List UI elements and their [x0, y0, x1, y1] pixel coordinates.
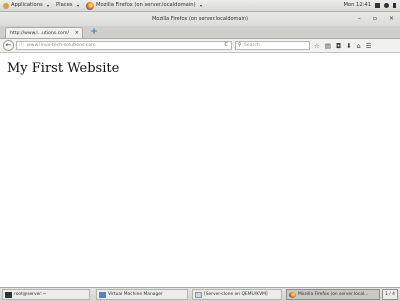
search-icon: ⚲ [238, 42, 242, 48]
tab-close-button[interactable]: × [75, 28, 79, 39]
downloads-icon[interactable]: ⬇ [346, 42, 351, 50]
volume-icon[interactable] [384, 3, 389, 8]
pocket-icon[interactable]: ◘ [336, 42, 341, 50]
url-text: www.linux-tech-solutions.com [27, 43, 96, 48]
taskbar-item-label: Mozilla Firefox (on server.local... [298, 292, 369, 297]
tab-label: http://www.l...utions.com/ [10, 31, 69, 36]
applications-menu[interactable]: Applications [3, 0, 49, 11]
taskbar-item-label: [Server-clone on QEMU/KVM] [204, 292, 268, 297]
taskbar-item-vm-window[interactable]: [Server-clone on QEMU/KVM] [192, 289, 282, 300]
reload-button[interactable]: C [225, 42, 229, 49]
tab-current[interactable]: http://www.l...utions.com/ × [5, 27, 83, 38]
places-menu-label: Places [56, 2, 73, 8]
url-bar[interactable]: ⓘ www.linux-tech-solutions.com C [16, 41, 232, 50]
vm-window-icon [195, 291, 202, 298]
taskbar-item-firefox[interactable]: Mozilla Firefox (on server.local... [286, 289, 380, 300]
clock[interactable]: Mon 12:41 [343, 0, 371, 11]
bookmark-star-icon[interactable]: ☆ [314, 42, 320, 50]
minimize-button[interactable]: – [358, 12, 361, 26]
menu-icon[interactable]: ☰ [366, 42, 372, 50]
reading-list-icon[interactable]: ▤ [325, 42, 331, 50]
virt-manager-icon [99, 291, 106, 298]
chevron-down-icon [46, 4, 49, 7]
maximize-button[interactable]: ▫ [373, 12, 377, 26]
workspace-switcher[interactable]: 1 / 4 [382, 289, 398, 300]
window-title-bar[interactable]: Mozilla Firefox (on server.localdomain) … [0, 12, 400, 26]
taskbar-item-label: root@server:~ [14, 292, 47, 297]
terminal-icon [5, 291, 12, 298]
places-menu[interactable]: Places [56, 0, 79, 11]
network-icon[interactable] [375, 3, 380, 8]
gnome-top-bar: Applications Places Mozilla Firefox (on … [0, 0, 400, 12]
search-bar[interactable]: ⚲ Search [235, 41, 310, 50]
home-icon[interactable]: ⌂ [357, 42, 361, 50]
taskbar-item-virt-manager[interactable]: Virtual Machine Manager [96, 289, 188, 300]
firefox-icon [289, 291, 296, 298]
back-button[interactable]: ← [3, 40, 14, 51]
window-title: Mozilla Firefox (on server.localdomain) [151, 16, 248, 22]
chevron-down-icon [199, 4, 202, 7]
search-placeholder: Search [244, 43, 260, 48]
active-app-label: Mozilla Firefox (on server.localdomain) [96, 2, 196, 8]
page-heading: My First Website [7, 61, 120, 76]
active-app-menu[interactable]: Mozilla Firefox (on server.localdomain) [86, 0, 202, 11]
power-icon[interactable] [393, 3, 396, 8]
taskbar-item-label: Virtual Machine Manager [108, 292, 163, 297]
applications-menu-label: Applications [11, 2, 43, 8]
new-tab-button[interactable]: + [89, 27, 99, 37]
page-content: My First Website [0, 53, 400, 287]
firefox-icon [86, 1, 94, 10]
close-window-button[interactable]: × [389, 12, 394, 26]
site-info-icon[interactable]: ⓘ [19, 42, 24, 49]
gnome-foot-icon [3, 2, 9, 9]
taskbar-item-terminal[interactable]: root@server:~ [2, 289, 90, 300]
window-list-taskbar: root@server:~ Virtual Machine Manager [S… [0, 287, 400, 301]
chevron-down-icon [76, 4, 79, 7]
tab-strip: http://www.l...utions.com/ × + [0, 26, 400, 39]
navigation-toolbar: ← ⓘ www.linux-tech-solutions.com C ⚲ Sea… [0, 39, 400, 53]
